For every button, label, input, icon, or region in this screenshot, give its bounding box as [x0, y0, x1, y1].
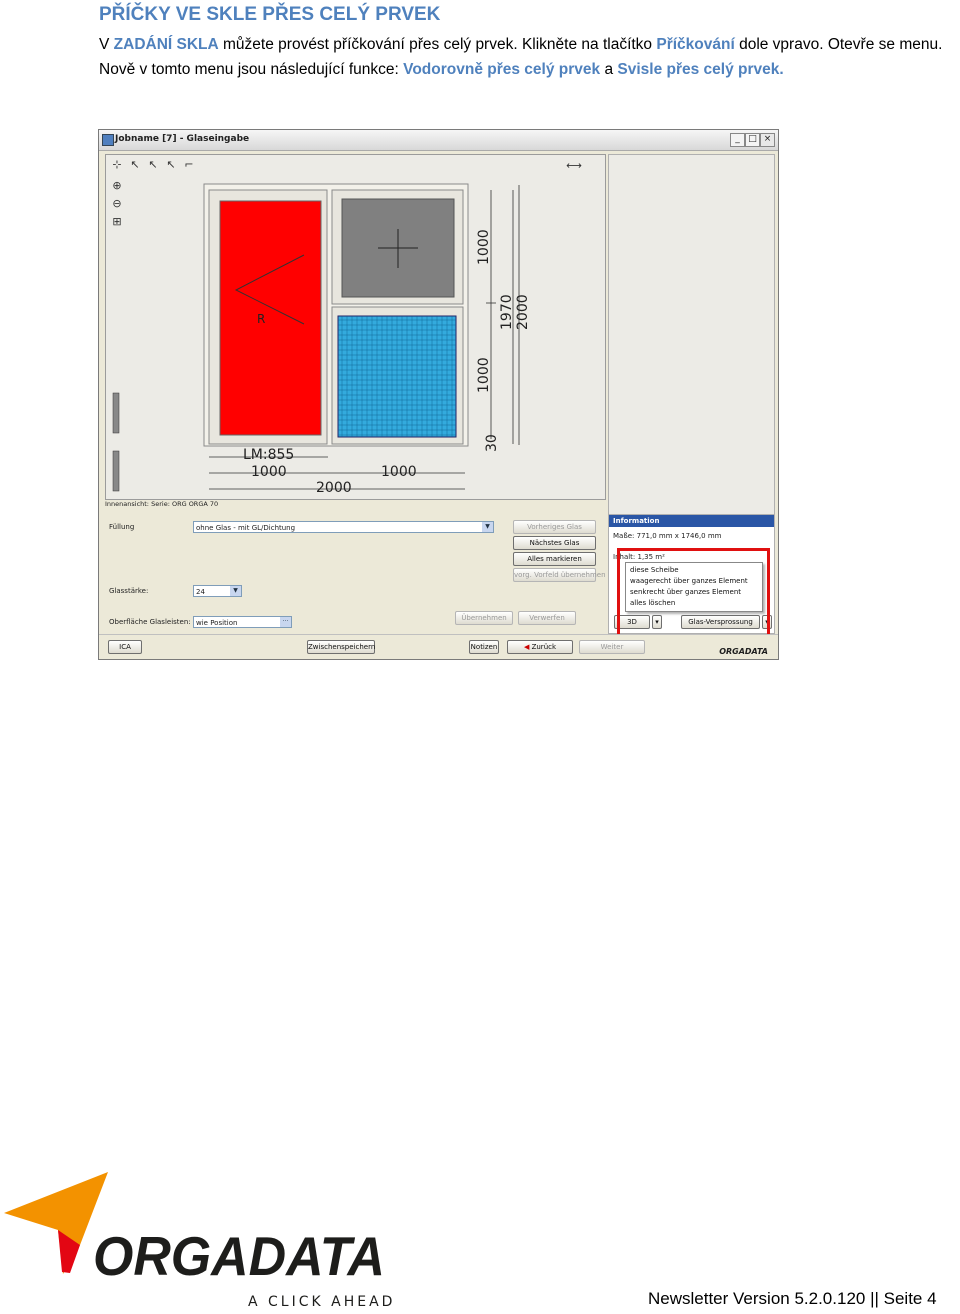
highlight-prickovani: Příčkování	[656, 36, 735, 53]
dim-total-height: 2000	[515, 294, 531, 330]
screenshot-glaseingabe-window: Jobname [7] - Glaseingabe _ □ × ⊹ ↖ ↖ ↖ …	[98, 129, 779, 660]
slider-handle-icon	[112, 450, 120, 492]
logo-mark-icon: ORGADATA A CLICK AHEAD	[4, 1172, 395, 1310]
right-panel	[608, 154, 775, 515]
highlight-frame	[617, 548, 770, 643]
oberflaeche-label: Oberfläche Glasleisten:	[109, 618, 191, 626]
chevron-down-icon: ▼	[230, 586, 241, 596]
left-glass-red	[219, 200, 322, 436]
apply-default-button[interactable]: vorg. Vorfeld übernehmen	[513, 568, 606, 582]
maximize-button[interactable]: □	[745, 133, 760, 147]
notizen-button[interactable]: Notizen	[469, 640, 499, 654]
more-icon: ···	[280, 617, 291, 627]
page-footer: Newsletter Version 5.2.0.120 || Seite 4	[648, 1289, 937, 1308]
dim-small: 30	[484, 434, 500, 452]
weiter-button[interactable]: Weiter	[579, 640, 645, 654]
oberflaeche-field[interactable]: wie Position ···	[193, 616, 292, 628]
window-title: Jobname [7] - Glaseingabe	[115, 134, 250, 144]
dim-lower-right: 1000	[476, 357, 492, 393]
dimensions-text: Maße: 771,0 mm x 1746,0 mm	[613, 532, 722, 540]
uebernehmen-button[interactable]: Übernehmen	[455, 611, 513, 625]
drawing-canvas[interactable]: ⊹ ↖ ↖ ↖ ⌐ ⊕ ⊖ ⊞ ⟷ R LM:855 1000 1000 200…	[105, 154, 606, 500]
window-element-drawing: R LM:855 1000 1000 2000 1000 1000 1970 2…	[112, 183, 531, 496]
previous-glass-button[interactable]: Vorheriges Glas	[513, 520, 596, 534]
page-title: PŘÍČKY VE SKLE PŘES CELÝ PRVEK	[99, 4, 441, 25]
chevron-down-icon: ▼	[482, 522, 493, 532]
next-glass-button[interactable]: Nächstes Glas	[513, 536, 596, 550]
minimize-button[interactable]: _	[730, 133, 745, 147]
glass-form-panel: Füllung ohne Glas - mit GL/Dichtung ▼ Gla…	[105, 514, 606, 632]
dim-bottom-right: 1000	[381, 464, 417, 480]
glasstaerke-label: Glasstärke:	[109, 587, 149, 595]
status-line: Innenansicht: Serie: ORG ORGA 70	[105, 500, 604, 511]
series-label: Serie: ORG ORGA 70	[151, 500, 219, 508]
glasstaerke-select[interactable]: 24 ▼	[193, 585, 242, 597]
highlight-zadani-skla: ZADÁNÍ SKLA	[113, 36, 219, 53]
lm-label: LM:855	[243, 447, 294, 463]
close-button[interactable]: ×	[760, 133, 775, 147]
app-icon	[102, 134, 114, 146]
information-header: Information	[609, 515, 774, 527]
zurueck-button[interactable]: ◀ Zurück	[507, 640, 573, 654]
view-label: Innenansicht:	[105, 500, 150, 508]
sash-label: R	[257, 312, 265, 326]
fuellung-label: Füllung	[109, 523, 135, 531]
zwischenspeichern-button[interactable]: Zwischenspeichern	[307, 640, 375, 654]
bottom-toolbar: ICA Zwischenspeichern Notizen ◀ Zurück W…	[99, 634, 778, 659]
fuellung-select[interactable]: ohne Glas - mit GL/Dichtung ▼	[193, 521, 494, 533]
mark-all-button[interactable]: Alles markieren	[513, 552, 596, 566]
text-run: V	[99, 36, 114, 53]
highlight-svisle: Svisle přes celý prvek.	[617, 60, 784, 78]
slider-handle-icon	[112, 392, 120, 434]
title-bar: Jobname [7] - Glaseingabe _ □ ×	[99, 130, 778, 151]
text-run: můžete provést příčkování přes celý prve…	[218, 36, 657, 53]
brand-small: ORGADATA	[719, 647, 768, 656]
orgadata-logo: ORGADATA A CLICK AHEAD	[0, 1168, 400, 1310]
text-run: a	[600, 60, 618, 78]
highlight-vodorovne: Vodorovně přes celý prvek	[403, 60, 601, 78]
verwerfen-button[interactable]: Verwerfen	[518, 611, 576, 625]
dim-total-width: 2000	[316, 480, 352, 496]
logo-wordmark: ORGADATA	[93, 1225, 385, 1287]
dim-bottom-left: 1000	[251, 464, 287, 480]
logo-tagline: A CLICK AHEAD	[248, 1294, 395, 1309]
back-arrow-icon: ◀	[523, 643, 530, 651]
dim-mid: 1970	[499, 294, 515, 330]
intro-paragraph: V ZADÁNÍ SKLA můžete provést příčkování …	[99, 33, 949, 82]
ica-button[interactable]: ICA	[108, 640, 142, 654]
dim-top-right: 1000	[476, 229, 492, 265]
